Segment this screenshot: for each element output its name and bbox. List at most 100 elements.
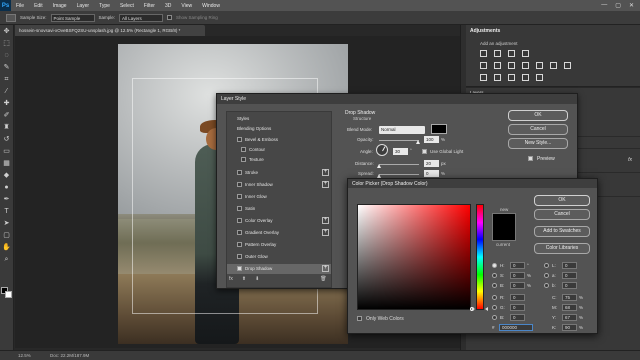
b-input[interactable]: 0	[510, 282, 525, 289]
sample-size-select[interactable]: Point Sample	[50, 13, 95, 22]
pen-tool-icon[interactable]: ✒	[2, 195, 12, 205]
threshold-icon[interactable]	[508, 74, 515, 81]
new-style-button[interactable]: New Style...	[508, 138, 568, 149]
style-item-satin[interactable]: Satin	[227, 204, 331, 214]
layer-effects-icon[interactable]: fx	[628, 157, 632, 163]
add-inner-shadow-icon[interactable]: +	[322, 181, 329, 188]
spread-input[interactable]: 0	[424, 170, 439, 177]
stamp-tool-icon[interactable]: ♜	[2, 123, 12, 133]
menu-select[interactable]: Select	[115, 3, 139, 9]
checkbox[interactable]	[237, 230, 242, 235]
angle-dial[interactable]	[376, 144, 388, 156]
curves-icon[interactable]	[508, 50, 515, 57]
exposure-icon[interactable]	[522, 50, 529, 57]
k-input[interactable]: 90	[562, 324, 577, 331]
cancel-button[interactable]: Cancel	[508, 124, 568, 135]
style-item-color-overlay[interactable]: Color Overlay +	[227, 216, 331, 226]
checkbox[interactable]	[237, 194, 242, 199]
only-web-colors-checkbox[interactable]	[357, 316, 362, 321]
channel-mixer-icon[interactable]	[550, 62, 557, 69]
l-input[interactable]: 0	[562, 262, 577, 269]
y-input[interactable]: 67	[562, 314, 577, 321]
cp-cancel-button[interactable]: Cancel	[534, 209, 590, 220]
opacity-slider[interactable]	[379, 140, 419, 141]
fx-icon[interactable]: fx	[229, 276, 233, 282]
use-global-light-checkbox[interactable]	[422, 149, 427, 154]
checkbox[interactable]	[237, 254, 242, 259]
healing-tool-icon[interactable]: ✚	[2, 99, 12, 109]
style-item-styles[interactable]: Styles	[227, 114, 331, 124]
hue-slider-handle-left-icon[interactable]	[472, 307, 475, 311]
r-input[interactable]: 0	[510, 294, 525, 301]
distance-slider[interactable]	[379, 164, 419, 165]
menu-layer[interactable]: Layer	[72, 3, 95, 9]
r-radio[interactable]	[492, 295, 497, 300]
s-radio[interactable]	[492, 273, 497, 278]
style-item-contour[interactable]: Contour	[227, 145, 331, 155]
rectangle-tool-icon[interactable]: ▢	[2, 231, 12, 241]
menu-file[interactable]: File	[11, 3, 29, 9]
minimize-icon[interactable]: —	[601, 2, 607, 9]
blue-input[interactable]: 0	[510, 314, 525, 321]
menu-filter[interactable]: Filter	[139, 3, 160, 9]
posterize-icon[interactable]	[494, 74, 501, 81]
style-item-outer-glow[interactable]: Outer Glow	[227, 252, 331, 262]
hand-tool-icon[interactable]: ✋	[2, 243, 12, 253]
g-radio[interactable]	[492, 305, 497, 310]
blur-tool-icon[interactable]: ◆	[2, 171, 12, 181]
checkbox[interactable]	[237, 137, 242, 142]
a-radio[interactable]	[544, 273, 549, 278]
marquee-tool-icon[interactable]: ⬚	[2, 39, 12, 49]
gradient-tool-icon[interactable]: ▦	[2, 159, 12, 169]
lasso-tool-icon[interactable]: ◌	[2, 51, 12, 61]
spread-slider[interactable]	[379, 174, 419, 175]
m-input[interactable]: 68	[562, 304, 577, 311]
hue-saturation-icon[interactable]	[494, 62, 501, 69]
distance-slider-handle[interactable]	[377, 164, 381, 168]
shadow-color-swatch[interactable]	[431, 124, 447, 134]
style-item-stroke[interactable]: Stroke +	[227, 168, 331, 178]
l-radio[interactable]	[544, 263, 549, 268]
background-color-swatch[interactable]	[5, 291, 12, 298]
crop-tool-icon[interactable]: ⌗	[2, 75, 12, 85]
ok-button[interactable]: OK	[508, 110, 568, 121]
opacity-slider-handle[interactable]	[416, 140, 420, 144]
style-item-bevel-emboss[interactable]: Bevel & Emboss	[227, 135, 331, 145]
style-item-blending-options[interactable]: Blending Options	[227, 124, 331, 134]
quick-select-tool-icon[interactable]: ✎	[2, 63, 12, 73]
adjustments-title[interactable]: Adjustments	[470, 28, 500, 34]
close-icon[interactable]: ✕	[629, 2, 634, 9]
vibrance-icon[interactable]	[480, 62, 487, 69]
checkbox[interactable]	[241, 147, 246, 152]
checkbox[interactable]	[237, 206, 242, 211]
add-drop-shadow-icon[interactable]: +	[322, 265, 329, 272]
invert-icon[interactable]	[480, 74, 487, 81]
style-item-gradient-overlay[interactable]: Gradient Overlay +	[227, 228, 331, 238]
move-tool-icon[interactable]: ✥	[2, 27, 12, 37]
hue-slider-handle-right-icon[interactable]	[485, 307, 488, 311]
zoom-tool-icon[interactable]: ⌕	[2, 255, 12, 265]
checkbox[interactable]	[241, 157, 246, 162]
a-input[interactable]: 0	[562, 272, 577, 279]
cp-ok-button[interactable]: OK	[534, 195, 590, 206]
trash-icon[interactable]: 🗑	[320, 276, 326, 282]
sample-select[interactable]: All Layers	[119, 13, 164, 22]
style-item-texture[interactable]: Texture	[227, 155, 331, 165]
menu-view[interactable]: View	[176, 3, 197, 9]
add-to-swatches-button[interactable]: Add to Swatches	[534, 226, 590, 237]
color-picker-title[interactable]: Color Picker (Drop Shadow Color)	[348, 179, 597, 188]
move-down-icon[interactable]: ⬇	[255, 276, 259, 282]
g-input[interactable]: 0	[510, 304, 525, 311]
black-white-icon[interactable]	[522, 62, 529, 69]
document-tab[interactable]: hossein-snovsavi-xOveBSFQ2SU-unsplash.jp…	[15, 25, 205, 36]
add-stroke-icon[interactable]: +	[322, 169, 329, 176]
dodge-tool-icon[interactable]: ●	[2, 183, 12, 193]
gradient-map-icon[interactable]	[522, 74, 529, 81]
distance-input[interactable]: 20	[424, 160, 439, 167]
h-radio[interactable]	[492, 263, 497, 268]
lab-b-radio[interactable]	[544, 283, 549, 288]
menu-3d[interactable]: 3D	[160, 3, 176, 9]
zoom-level[interactable]: 12.5%	[18, 353, 31, 358]
menu-window[interactable]: Window	[197, 3, 225, 9]
lab-b-input[interactable]: 0	[562, 282, 577, 289]
